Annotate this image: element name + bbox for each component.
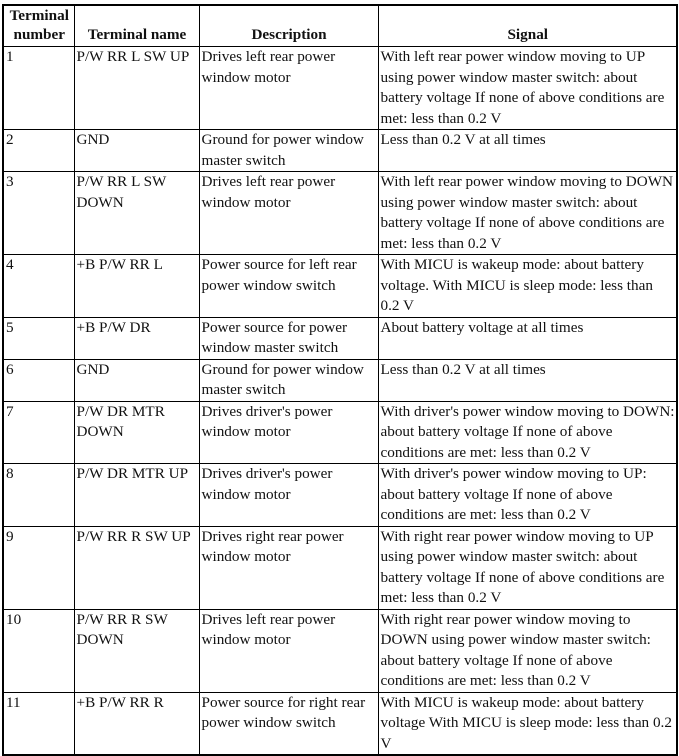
table-row: 9 P/W RR R SW UP Drives right rear power w… — [2, 525, 678, 610]
cell-signal: With left rear power window moving to DO… — [377, 171, 678, 255]
cell-description: Drives left rear power window motor — [198, 608, 379, 693]
cell-signal: With driver's power window moving to DOW… — [377, 400, 678, 464]
cell-signal: With right rear power window moving to D… — [377, 608, 678, 693]
cell-description: Drives left rear power window motor — [198, 46, 379, 130]
table-row: 5 +B P/W DR Power source for power window … — [2, 316, 678, 360]
cell-description: Power source for power window master swi… — [198, 316, 379, 360]
table-row: 3 P/W RR L SW DOWN Drives left rear power … — [2, 171, 678, 255]
terminal-table: Terminal number Terminal name Descriptio… — [2, 4, 678, 756]
table-row: 4 +B P/W RR L Power source for left rear p… — [2, 254, 678, 318]
cell-terminal-number: 11 — [2, 691, 75, 756]
cell-signal: Less than 0.2 V at all times — [377, 358, 678, 402]
cell-terminal-name: GND — [73, 358, 200, 402]
cell-terminal-name: P/W RR L SW UP — [73, 46, 200, 130]
cell-signal: With MICU is wakeup mode: about battery … — [377, 691, 678, 756]
header-terminal-number: Terminal number — [2, 4, 75, 47]
table-row: 2 GND Ground for power window master switc… — [2, 129, 678, 172]
cell-description: Drives right rear power window motor — [198, 525, 379, 610]
cell-terminal-number: 9 — [2, 525, 75, 610]
header-terminal-name: Terminal name — [73, 4, 200, 47]
cell-terminal-name: +B P/W RR L — [73, 254, 200, 318]
cell-signal: With MICU is wakeup mode: about battery … — [377, 254, 678, 318]
cell-description: Power source for right rear power window… — [198, 691, 379, 756]
cell-terminal-name: P/W RR R SW UP — [73, 525, 200, 610]
cell-description: Ground for power window master switch — [198, 358, 379, 402]
cell-terminal-name: +B P/W RR R — [73, 691, 200, 756]
table-row: 8 P/W DR MTR UP Drives driver's power wind… — [2, 463, 678, 527]
table-row: 7 P/W DR MTR DOWN Drives driver's power wi… — [2, 400, 678, 464]
cell-description: Drives left rear power window motor — [198, 171, 379, 255]
cell-terminal-number: 3 — [2, 171, 75, 255]
header-description: Description — [198, 4, 379, 47]
cell-terminal-number: 10 — [2, 608, 75, 693]
cell-terminal-name: P/W DR MTR UP — [73, 463, 200, 527]
table-row: 1 P/W RR L SW UP Drives left rear power wi… — [2, 46, 678, 130]
header-signal: Signal — [377, 4, 678, 47]
cell-terminal-number: 1 — [2, 46, 75, 130]
cell-terminal-name: GND — [73, 129, 200, 172]
cell-terminal-name: P/W RR R SW DOWN — [73, 608, 200, 693]
cell-description: Ground for power window master switch — [198, 129, 379, 172]
cell-terminal-name: P/W DR MTR DOWN — [73, 400, 200, 464]
cell-terminal-name: +B P/W DR — [73, 316, 200, 360]
cell-signal: Less than 0.2 V at all times — [377, 129, 678, 172]
table-row: 6 GND Ground for power window master switc… — [2, 358, 678, 402]
cell-terminal-number: 6 — [2, 358, 75, 402]
cell-terminal-number: 4 — [2, 254, 75, 318]
cell-description: Drives driver's power window motor — [198, 463, 379, 527]
cell-terminal-number: 2 — [2, 129, 75, 172]
header-row: Terminal number Terminal name Descriptio… — [2, 4, 678, 47]
cell-description: Drives driver's power window motor — [198, 400, 379, 464]
cell-terminal-name: P/W RR L SW DOWN — [73, 171, 200, 255]
cell-signal: About battery voltage at all times — [377, 316, 678, 360]
cell-terminal-number: 7 — [2, 400, 75, 464]
cell-signal: With right rear power window moving to U… — [377, 525, 678, 610]
cell-description: Power source for left rear power window … — [198, 254, 379, 318]
cell-signal: With left rear power window moving to UP… — [377, 46, 678, 130]
table-row: 11 +B P/W RR R Power source for right rear… — [2, 691, 678, 756]
cell-terminal-number: 5 — [2, 316, 75, 360]
cell-signal: With driver's power window moving to UP:… — [377, 463, 678, 527]
table-row: 10 P/W RR R SW DOWN Drives left rear power… — [2, 608, 678, 693]
cell-terminal-number: 8 — [2, 463, 75, 527]
